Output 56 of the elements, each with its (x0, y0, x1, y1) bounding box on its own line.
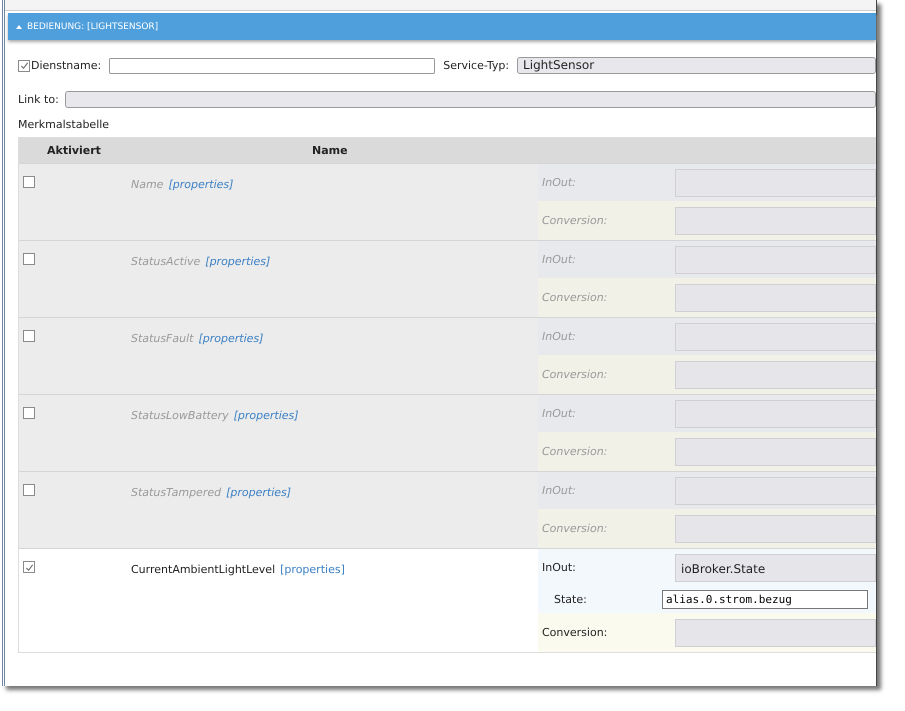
properties-link[interactable]: [properties] (226, 486, 292, 499)
inout-dropdown[interactable] (675, 246, 876, 274)
checkbox[interactable] (23, 330, 35, 342)
checkbox[interactable] (23, 407, 35, 419)
section-header[interactable]: BEDIENUNG: [LIGHTSENSOR] (8, 13, 876, 40)
conversion-dropdown[interactable] (675, 360, 876, 388)
checkbox[interactable] (23, 484, 35, 496)
table-title: Merkmalstabelle (18, 118, 110, 131)
field-label: State: (553, 593, 588, 606)
field-label: InOut: (541, 176, 577, 189)
properties-link[interactable]: [properties] (198, 332, 264, 345)
conversion-dropdown[interactable] (675, 206, 876, 234)
field-label: Dienstname: (31, 59, 102, 72)
inout-dropdown[interactable] (675, 322, 876, 350)
service-type-dropdown[interactable]: LightSensor (517, 57, 876, 74)
field-label: InOut: (541, 407, 577, 420)
field-label: Conversion: (541, 522, 608, 535)
characteristic-name: StatusTampered (131, 486, 222, 499)
conversion-dropdown[interactable] (675, 438, 876, 466)
characteristic-name: StatusLowBattery (131, 409, 229, 422)
properties-link[interactable]: [properties] (234, 409, 299, 422)
inout-dropdown[interactable]: ioBroker.State (675, 554, 876, 582)
conversion-dropdown[interactable] (675, 618, 876, 646)
field-label: Conversion: (541, 626, 608, 639)
inout-dropdown[interactable] (675, 476, 876, 504)
column-header: Name (312, 144, 348, 157)
link-to-dropdown[interactable] (64, 91, 876, 108)
properties-link[interactable]: [properties] (280, 563, 345, 576)
characteristic-name: Name (131, 178, 164, 191)
field-label: InOut: (541, 484, 577, 497)
field-label: Conversion: (541, 368, 608, 381)
characteristic-name: StatusActive (131, 255, 200, 268)
field-label: InOut: (541, 561, 577, 574)
column-header: Aktiviert (47, 144, 102, 157)
field-label: Conversion: (541, 291, 608, 304)
section-title: BEDIENUNG: [LIGHTSENSOR] (27, 22, 158, 32)
field-label: InOut: (541, 253, 577, 266)
properties-link[interactable]: [properties] (168, 178, 234, 191)
conversion-dropdown[interactable] (675, 284, 876, 312)
conversion-dropdown[interactable] (675, 514, 876, 542)
field-label: Conversion: (541, 214, 608, 227)
field-label: InOut: (541, 330, 577, 343)
state-field[interactable]: alias.0.strom.bezug (662, 590, 868, 609)
checkbox[interactable] (23, 253, 35, 265)
checkbox[interactable] (18, 60, 30, 72)
field-label: Service-Typ: (443, 59, 510, 72)
service-name-field[interactable] (109, 58, 436, 74)
field-label: Link to: (18, 93, 59, 106)
checkbox[interactable] (23, 176, 35, 188)
inout-dropdown[interactable] (675, 168, 876, 196)
field-label: Conversion: (541, 445, 608, 458)
checkbox[interactable] (23, 561, 35, 573)
characteristic-name: StatusFault (131, 332, 194, 345)
inout-dropdown[interactable] (675, 400, 876, 428)
characteristic-name: CurrentAmbientLightLevel (131, 563, 276, 576)
properties-link[interactable]: [properties] (205, 255, 270, 268)
